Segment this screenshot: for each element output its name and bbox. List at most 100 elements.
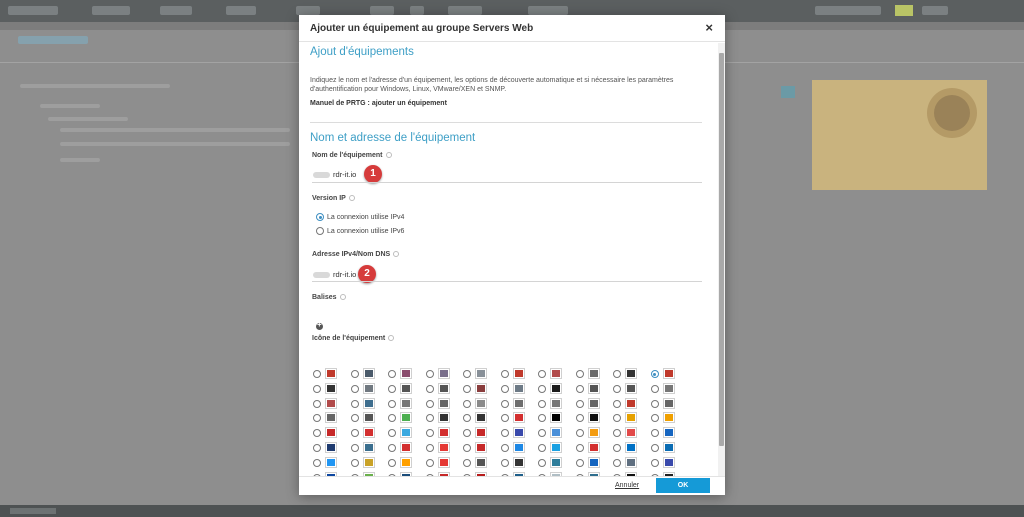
manual-link[interactable]: Manuel de PRTG : ajouter un équipement bbox=[310, 100, 447, 107]
device-icon-option[interactable] bbox=[312, 382, 349, 397]
radio-unselected-icon[interactable] bbox=[463, 444, 471, 452]
radio-unselected-icon[interactable] bbox=[575, 370, 584, 378]
device-icon-option[interactable] bbox=[500, 442, 537, 456]
radio-unselected-icon[interactable] bbox=[463, 414, 471, 423]
device-icon-option[interactable] bbox=[312, 368, 349, 382]
radio-unselected-icon[interactable] bbox=[350, 384, 359, 393]
radio-unselected-icon[interactable] bbox=[500, 370, 509, 378]
device-icon-option[interactable] bbox=[650, 427, 687, 441]
device-icon-option[interactable] bbox=[612, 412, 649, 426]
radio-unselected-icon[interactable] bbox=[613, 414, 621, 423]
device-icon-option[interactable] bbox=[500, 412, 537, 426]
device-icon-option[interactable] bbox=[387, 456, 424, 471]
device-icon-option[interactable] bbox=[462, 397, 499, 412]
device-icon-option[interactable] bbox=[387, 442, 424, 456]
radio-unselected-icon[interactable] bbox=[313, 384, 321, 393]
radio-unselected-icon[interactable] bbox=[613, 370, 621, 378]
device-icon-option[interactable] bbox=[387, 382, 424, 397]
radio-unselected-icon[interactable] bbox=[650, 458, 659, 467]
help-icon[interactable] bbox=[348, 195, 355, 202]
device-icon-option[interactable] bbox=[425, 456, 462, 471]
radio-unselected-icon[interactable] bbox=[388, 414, 396, 423]
radio-unselected-icon[interactable] bbox=[538, 399, 546, 408]
device-icon-option[interactable] bbox=[612, 427, 649, 441]
radio-ipv4[interactable]: La connexion utilise IPv4 bbox=[316, 213, 404, 221]
radio-unselected-icon[interactable] bbox=[575, 444, 584, 452]
radio-unselected-icon[interactable] bbox=[538, 414, 546, 423]
device-icon-option[interactable] bbox=[500, 382, 537, 397]
device-icon-option[interactable] bbox=[462, 368, 499, 382]
device-icon-option[interactable] bbox=[575, 456, 612, 471]
device-icon-option[interactable] bbox=[500, 397, 537, 412]
device-icon-option[interactable] bbox=[575, 412, 612, 426]
radio-unselected-icon[interactable] bbox=[425, 370, 434, 378]
radio-unselected-icon[interactable] bbox=[613, 444, 621, 452]
device-icon-option[interactable] bbox=[650, 412, 687, 426]
device-icon-option[interactable] bbox=[387, 397, 424, 412]
device-icon-option[interactable] bbox=[650, 442, 687, 456]
device-icon-option[interactable] bbox=[462, 427, 499, 441]
radio-unselected-icon[interactable] bbox=[613, 458, 621, 467]
radio-unselected-icon[interactable] bbox=[313, 444, 321, 452]
device-icon-option[interactable] bbox=[537, 456, 574, 471]
radio-unselected-icon[interactable] bbox=[613, 399, 621, 408]
device-icon-option[interactable] bbox=[650, 456, 687, 471]
device-icon-option[interactable] bbox=[387, 412, 424, 426]
device-icon-option[interactable] bbox=[350, 412, 387, 426]
address-input[interactable]: rdr-it.io bbox=[333, 270, 356, 279]
radio-unselected-icon[interactable] bbox=[575, 399, 584, 408]
radio-unselected-icon[interactable] bbox=[538, 384, 546, 393]
radio-unselected-icon[interactable] bbox=[463, 429, 471, 438]
radio-unselected-icon[interactable] bbox=[316, 227, 324, 235]
radio-unselected-icon[interactable] bbox=[388, 458, 396, 467]
radio-unselected-icon[interactable] bbox=[613, 429, 621, 438]
radio-selected-icon[interactable] bbox=[316, 213, 324, 221]
device-icon-option[interactable] bbox=[425, 442, 462, 456]
device-icon-option[interactable] bbox=[575, 382, 612, 397]
radio-unselected-icon[interactable] bbox=[538, 370, 546, 378]
device-icon-option[interactable] bbox=[312, 456, 349, 471]
device-icon-option[interactable] bbox=[387, 427, 424, 441]
device-name-input[interactable]: rdr-it.io bbox=[333, 170, 356, 179]
device-icon-option[interactable] bbox=[575, 368, 612, 382]
device-icon-option[interactable] bbox=[650, 368, 687, 382]
radio-unselected-icon[interactable] bbox=[425, 458, 434, 467]
radio-unselected-icon[interactable] bbox=[313, 399, 321, 408]
ok-button[interactable]: OK bbox=[656, 478, 710, 493]
device-icon-option[interactable] bbox=[612, 368, 649, 382]
radio-unselected-icon[interactable] bbox=[500, 429, 509, 438]
device-icon-option[interactable] bbox=[537, 382, 574, 397]
device-icon-option[interactable] bbox=[500, 368, 537, 382]
add-tag-icon[interactable] bbox=[316, 320, 323, 330]
radio-unselected-icon[interactable] bbox=[388, 429, 396, 438]
device-icon-option[interactable] bbox=[537, 397, 574, 412]
radio-unselected-icon[interactable] bbox=[388, 384, 396, 393]
device-icon-option[interactable] bbox=[462, 382, 499, 397]
device-icon-option[interactable] bbox=[612, 456, 649, 471]
radio-unselected-icon[interactable] bbox=[575, 384, 584, 393]
radio-unselected-icon[interactable] bbox=[350, 414, 359, 423]
device-icon-option[interactable] bbox=[462, 442, 499, 456]
device-icon-option[interactable] bbox=[312, 427, 349, 441]
device-icon-option[interactable] bbox=[575, 427, 612, 441]
radio-unselected-icon[interactable] bbox=[313, 458, 321, 467]
device-icon-option[interactable] bbox=[350, 368, 387, 382]
radio-unselected-icon[interactable] bbox=[313, 429, 321, 438]
radio-unselected-icon[interactable] bbox=[425, 414, 434, 423]
device-icon-option[interactable] bbox=[537, 412, 574, 426]
device-icon-option[interactable] bbox=[350, 382, 387, 397]
radio-unselected-icon[interactable] bbox=[538, 458, 546, 467]
device-icon-option[interactable] bbox=[425, 427, 462, 441]
radio-unselected-icon[interactable] bbox=[313, 370, 321, 378]
device-icon-option[interactable] bbox=[612, 397, 649, 412]
radio-ipv6[interactable]: La connexion utilise IPv6 bbox=[316, 227, 404, 235]
help-icon[interactable] bbox=[393, 251, 400, 258]
device-icon-option[interactable] bbox=[425, 412, 462, 426]
radio-unselected-icon[interactable] bbox=[500, 399, 509, 408]
cancel-button[interactable]: Annuler bbox=[615, 482, 639, 489]
radio-selected-icon[interactable] bbox=[650, 370, 659, 378]
help-icon[interactable] bbox=[385, 152, 392, 159]
device-icon-option[interactable] bbox=[575, 442, 612, 456]
radio-unselected-icon[interactable] bbox=[613, 384, 621, 393]
radio-unselected-icon[interactable] bbox=[388, 370, 396, 378]
